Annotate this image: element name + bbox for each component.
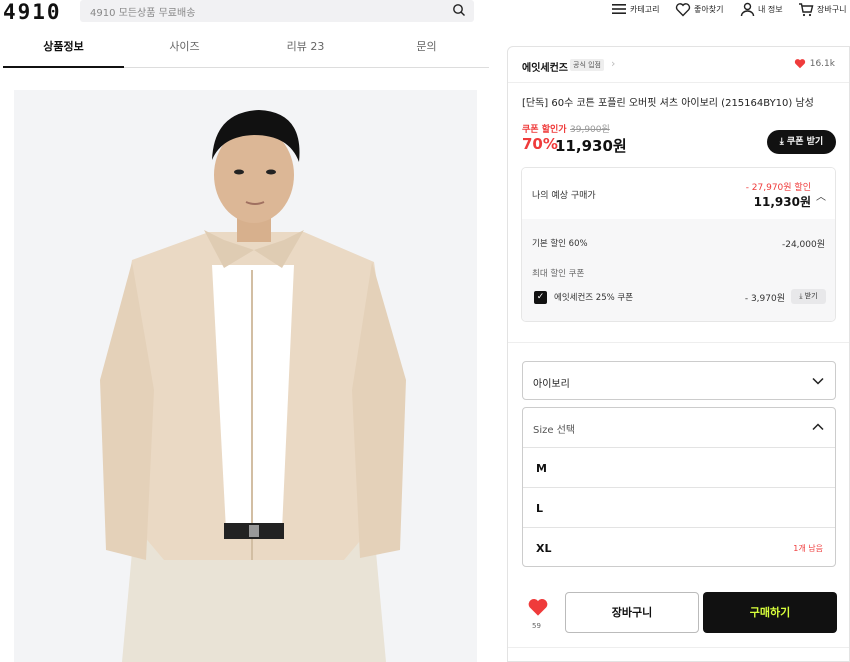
logo[interactable]: 4910 [3,0,62,24]
coupon-checkbox[interactable]: ✓ [534,291,547,304]
brand-likes[interactable]: 16.1k [794,58,835,69]
search-placeholder: 4910 모든상품 무료배송 [90,8,196,19]
color-select[interactable]: 아이보리 [522,361,836,400]
size-option-label: XL [536,542,552,555]
heart-icon[interactable] [527,597,549,617]
estimated-price-box: 나의 예상 구매가 - 27,970원 할인 11,930원 ︿ 기본 할인 6… [521,167,836,322]
brand-row[interactable]: 에잇세컨즈 공식 입점 › 16.1k [508,47,849,83]
divider [508,342,849,343]
menu-icon [612,4,626,14]
chevron-up-icon[interactable] [811,420,825,434]
base-discount-value: -24,000원 [781,240,825,250]
estimated-price-label: 나의 예상 구매가 [532,191,596,201]
size-select-placeholder: Size 선택 [533,425,576,436]
nav-cart[interactable]: 장바구니 [798,2,846,17]
sale-price: 11,930원 [555,137,627,155]
color-select-value: 아이보리 [533,379,570,390]
tab-product-info[interactable]: 상품정보 [3,30,124,68]
size-select[interactable]: Size 선택 M L XL 1개 남음 [522,407,836,567]
chevron-down-icon [812,377,824,385]
heart-outline-icon [675,3,691,17]
cart-icon [799,3,814,17]
product-image [14,90,477,662]
coupon-get-label: 받기 [804,292,818,300]
nav-my-info-label: 내 정보 [758,5,783,14]
like-count: 59 [532,622,541,630]
size-option-m[interactable]: M [523,447,835,487]
coupon-get-button[interactable]: ⤓ 받기 [791,289,826,304]
add-to-cart-button[interactable]: 장바구니 [565,592,699,633]
estimated-price-details: 기본 할인 60% -24,000원 최대 할인 쿠폰 ✓ 에잇세컨즈 25% … [522,219,835,321]
coupon-name: 에잇세컨즈 25% 쿠폰 [554,293,634,303]
product-tabs: 상품정보 사이즈 리뷰 23 문의 [3,30,489,68]
tab-size[interactable]: 사이즈 [124,30,245,68]
product-name: [단독] 60수 코튼 포플린 오버핏 셔츠 아이보리 (215164BY10)… [522,98,814,109]
nav-category-label: 카테고리 [630,4,660,14]
nav-category[interactable]: 카테고리 [611,2,659,16]
search-icon[interactable] [452,3,466,17]
nav-likes-label: 좋아찾기 [694,5,724,14]
estimated-price: 11,930원 [753,195,811,209]
nav-my-info[interactable]: 내 정보 [740,2,783,17]
tab-reviews[interactable]: 리뷰 23 [245,30,366,68]
discount-rate: 70% [522,135,558,153]
official-badge: 공식 입점 [570,59,604,71]
size-option-xl[interactable]: XL 1개 남음 [523,527,835,567]
coupon-download-button[interactable]: ⤓ 쿠폰 받기 [767,130,836,154]
chevron-up-icon[interactable]: ︿ [816,188,826,203]
search-input[interactable]: 4910 모든상품 무료배송 [80,0,474,22]
size-option-label: M [536,462,547,475]
divider [508,647,849,648]
user-icon [740,2,755,17]
stock-status: 1개 남음 [793,544,823,553]
nav-likes[interactable]: 좋아찾기 [675,2,723,17]
brand-name[interactable]: 에잇세컨즈 [522,59,568,74]
max-coupon-label: 최대 할인 쿠폰 [532,269,585,279]
brand-likes-count: 16.1k [809,58,835,69]
download-icon: ⤓ [779,137,784,147]
size-option-l[interactable]: L [523,487,835,527]
base-discount-label: 기본 할인 60% [532,239,588,249]
estimated-price-header[interactable]: 나의 예상 구매가 - 27,970원 할인 11,930원 ︿ [522,168,835,219]
size-option-label: L [536,502,544,515]
purchase-panel: 에잇세컨즈 공식 입점 › 16.1k [단독] 60수 코튼 포플린 오버핏 … [507,46,850,662]
buy-now-button[interactable]: 구매하기 [703,592,837,633]
coupon-value: - 3,970원 [744,294,785,304]
tab-inquiry[interactable]: 문의 [366,30,487,68]
estimated-discount: - 27,970원 할인 [745,183,811,193]
top-bar: 4910 4910 모든상품 무료배송 카테고리 좋아찾기 내 정보 장바구니 [0,0,850,26]
original-price: 39,900원 [570,125,610,135]
nav-cart-label: 장바구니 [817,5,847,14]
chevron-right-icon: › [611,57,616,70]
coupon-price-label: 쿠폰 할인가 [522,125,567,135]
coupon-download-label: 쿠폰 받기 [786,137,824,147]
heart-icon [794,59,805,69]
